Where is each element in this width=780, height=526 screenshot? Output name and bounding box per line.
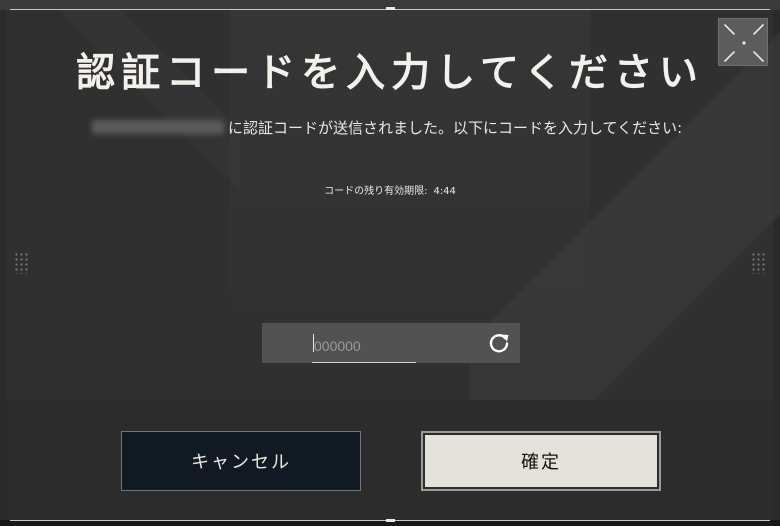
bottom-marker bbox=[386, 519, 395, 522]
verification-code-input[interactable] bbox=[312, 329, 416, 363]
expiry-label: コードの残り有効期限: bbox=[324, 186, 428, 197]
confirm-button-frame: 確定 bbox=[421, 431, 661, 491]
code-field-container bbox=[262, 323, 520, 363]
expand-icon bbox=[724, 24, 764, 62]
top-marker bbox=[386, 7, 395, 10]
text-caret bbox=[313, 334, 314, 352]
expand-button[interactable] bbox=[718, 18, 768, 66]
masked-email bbox=[92, 120, 224, 134]
dialog-title: 認証コードを入力してください bbox=[76, 51, 704, 96]
confirm-button[interactable]: 確定 bbox=[425, 435, 657, 487]
code-expiry: コードの残り有効期限: 4:44 bbox=[0, 182, 780, 197]
background-decoration bbox=[40, 10, 240, 210]
dot-grid-left bbox=[14, 252, 28, 274]
refresh-icon[interactable] bbox=[488, 332, 510, 354]
dot-grid-right bbox=[751, 252, 765, 274]
cancel-button[interactable]: キャンセル bbox=[121, 431, 361, 491]
expiry-countdown: 4:44 bbox=[433, 186, 456, 197]
instruction-text: に認証コードが送信されました。以下にコードを入力してください: bbox=[228, 119, 683, 137]
